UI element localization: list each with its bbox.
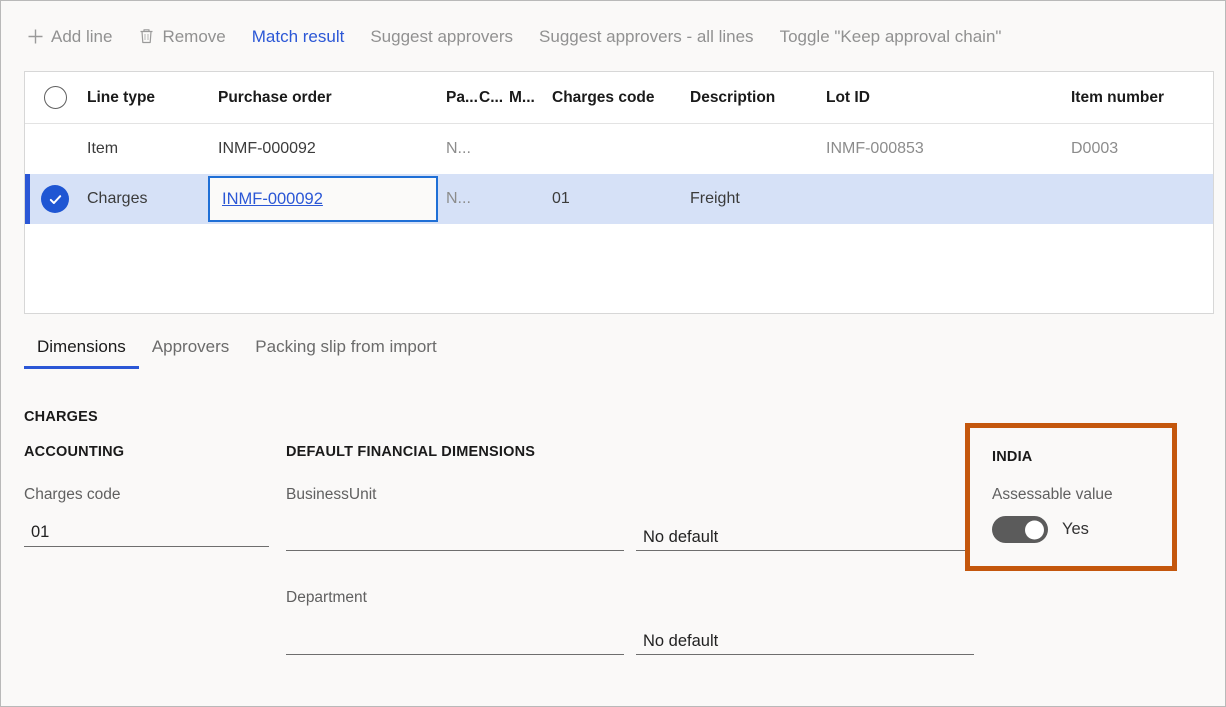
charges-code-input[interactable]: 01 bbox=[24, 513, 269, 547]
toggle-keep-approval-chain-button[interactable]: Toggle "Keep approval chain" bbox=[767, 23, 1015, 50]
assessable-value-state: Yes bbox=[1062, 520, 1089, 538]
business-unit-default-value: No default bbox=[643, 528, 719, 546]
detail-tabstrip: Dimensions Approvers Packing slip from i… bbox=[24, 331, 450, 369]
business-unit-label: BusinessUnit bbox=[286, 486, 377, 503]
suggest-approvers-all-lines-button[interactable]: Suggest approvers - all lines bbox=[526, 23, 767, 50]
match-result-label: Match result bbox=[251, 26, 345, 46]
cell-item-number: D0003 bbox=[1071, 140, 1119, 157]
tab-packing-slip-from-import[interactable]: Packing slip from import bbox=[242, 331, 449, 369]
toggle-keep-approval-chain-label: Toggle "Keep approval chain" bbox=[779, 26, 1002, 46]
department-input[interactable] bbox=[286, 621, 624, 655]
table-row[interactable]: Charges INMF-000092 N... 01 Freight bbox=[25, 174, 1213, 224]
column-header-description[interactable]: Description bbox=[688, 89, 824, 107]
charges-section-title: CHARGES bbox=[24, 409, 98, 425]
suggest-approvers-label: Suggest approvers bbox=[370, 26, 514, 46]
purchase-order-link[interactable]: INMF-000092 bbox=[222, 190, 323, 209]
column-header-line-type[interactable]: Line type bbox=[85, 89, 216, 107]
plus-icon bbox=[27, 28, 44, 45]
department-default-input[interactable]: No default bbox=[636, 621, 974, 655]
table-row[interactable]: Item INMF-000092 N... INMF-000853 D0003 bbox=[25, 124, 1213, 174]
india-section-title: INDIA bbox=[992, 449, 1033, 465]
suggest-approvers-button[interactable]: Suggest approvers bbox=[357, 23, 526, 50]
cell-line-type: Item bbox=[87, 140, 119, 157]
trash-icon bbox=[138, 28, 155, 45]
column-header-pa[interactable]: Pa... bbox=[444, 89, 477, 107]
select-all-radio[interactable] bbox=[25, 86, 85, 109]
india-section-highlight: INDIA Assessable value Yes bbox=[965, 423, 1177, 571]
assessable-value-toggle[interactable] bbox=[992, 516, 1048, 543]
tab-packing-slip-label: Packing slip from import bbox=[255, 337, 437, 356]
charges-code-label: Charges code bbox=[24, 486, 121, 503]
department-default-value: No default bbox=[643, 632, 719, 650]
tab-approvers-label: Approvers bbox=[151, 337, 230, 356]
remove-label: Remove bbox=[162, 26, 226, 46]
add-line-label: Add line bbox=[51, 26, 113, 46]
column-header-item-number[interactable]: Item number bbox=[1069, 89, 1199, 107]
dimensions-detail-pane: CHARGES ACCOUNTING Charges code 01 DEFAU… bbox=[1, 381, 1225, 706]
cell-purchase-order: INMF-000092 bbox=[218, 140, 316, 157]
column-header-lot-id[interactable]: Lot ID bbox=[824, 89, 1069, 107]
column-header-purchase-order[interactable]: Purchase order bbox=[216, 89, 444, 107]
cell-line-type: Charges bbox=[87, 190, 148, 207]
column-header-c[interactable]: C... bbox=[477, 89, 507, 107]
charges-lines-grid: Line type Purchase order Pa... C... M...… bbox=[24, 71, 1214, 314]
assessable-value-label: Assessable value bbox=[992, 486, 1113, 503]
column-header-charges-code[interactable]: Charges code bbox=[550, 89, 688, 107]
add-line-button[interactable]: Add line bbox=[14, 23, 125, 50]
cell-lot-id: INMF-000853 bbox=[826, 140, 924, 157]
row-select-cell[interactable] bbox=[25, 185, 85, 213]
check-circle-icon bbox=[41, 185, 69, 213]
radio-outline-icon bbox=[43, 86, 67, 109]
column-header-m[interactable]: M... bbox=[507, 89, 550, 107]
business-unit-default-input[interactable]: No default bbox=[636, 517, 974, 551]
default-financial-dimensions-title: DEFAULT FINANCIAL DIMENSIONS bbox=[286, 444, 536, 460]
charges-code-value: 01 bbox=[31, 523, 50, 541]
cell-purchase-order-editor[interactable]: INMF-000092 bbox=[208, 176, 444, 222]
assessable-value-row: Yes bbox=[992, 516, 1089, 543]
cell-pa: N... bbox=[446, 190, 471, 207]
tab-dimensions[interactable]: Dimensions bbox=[24, 331, 139, 369]
action-toolbar: Add line Remove Match result Suggest app… bbox=[14, 13, 1212, 59]
toggle-knob-icon bbox=[1025, 520, 1044, 539]
department-label: Department bbox=[286, 589, 367, 606]
accounting-section-title: ACCOUNTING bbox=[24, 444, 125, 460]
charges-editor-page: Add line Remove Match result Suggest app… bbox=[0, 0, 1226, 707]
tab-dimensions-label: Dimensions bbox=[37, 337, 126, 356]
cell-description: Freight bbox=[690, 190, 740, 207]
tab-approvers[interactable]: Approvers bbox=[139, 331, 242, 369]
match-result-button[interactable]: Match result bbox=[239, 23, 358, 50]
purchase-order-input[interactable]: INMF-000092 bbox=[208, 176, 438, 222]
remove-button[interactable]: Remove bbox=[125, 23, 238, 50]
suggest-approvers-all-lines-label: Suggest approvers - all lines bbox=[539, 26, 754, 46]
cell-pa: N... bbox=[446, 140, 471, 157]
cell-charges-code: 01 bbox=[552, 190, 570, 207]
business-unit-input[interactable] bbox=[286, 517, 624, 551]
grid-header-row: Line type Purchase order Pa... C... M...… bbox=[25, 72, 1213, 124]
